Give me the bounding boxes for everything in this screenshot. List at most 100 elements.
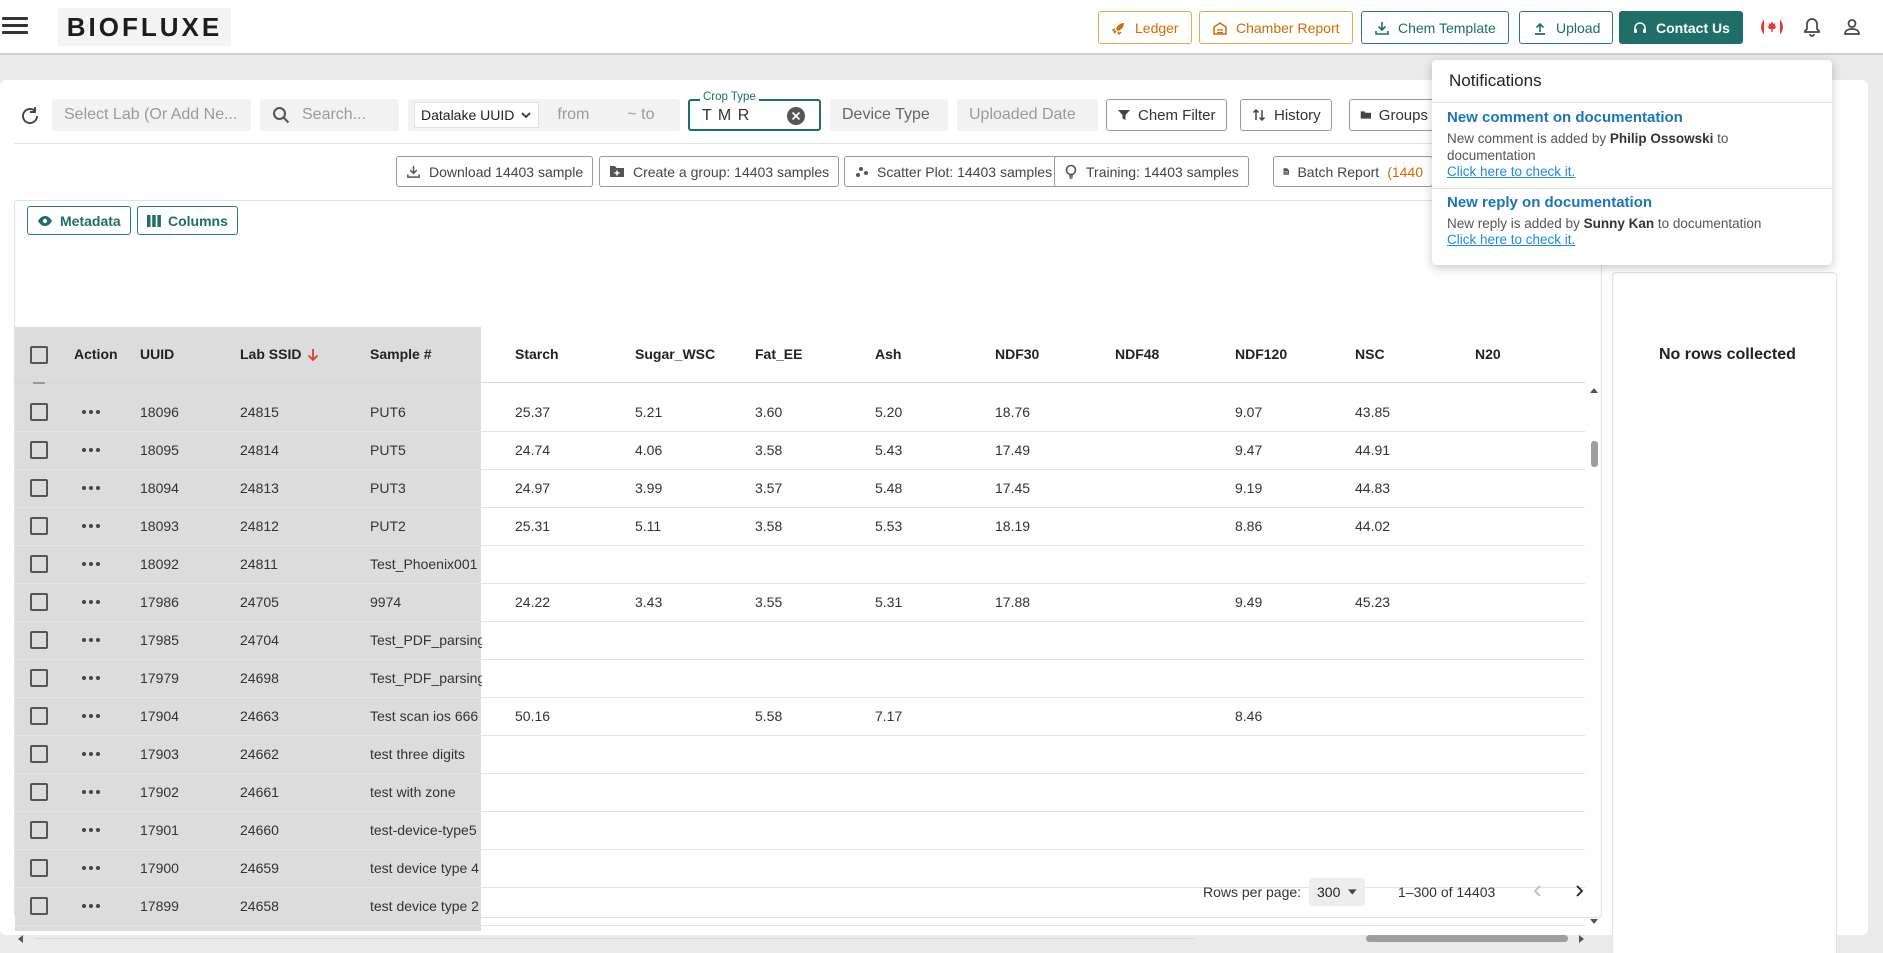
row-checkbox[interactable]	[30, 821, 48, 839]
previous-page-icon[interactable]	[1531, 884, 1545, 898]
column-header-starch[interactable]: Starch	[515, 346, 615, 362]
more-actions-icon[interactable]	[82, 862, 104, 874]
more-actions-icon[interactable]	[82, 824, 104, 836]
contact-us-button[interactable]: Contact Us	[1619, 11, 1743, 44]
more-actions-icon[interactable]	[82, 406, 104, 418]
column-header-ndf48[interactable]: NDF48	[1115, 346, 1215, 362]
lab-select[interactable]: Select Lab (Or Add Ne...	[52, 99, 251, 131]
column-header-sugar-wsc[interactable]: Sugar_WSC	[635, 346, 735, 362]
refresh-icon[interactable]	[19, 105, 41, 127]
metadata-button[interactable]: Metadata	[27, 206, 131, 235]
cell-fat: 3.55	[755, 594, 783, 610]
cell-ash: 7.17	[875, 708, 903, 724]
notification-link[interactable]: Click here to check it.	[1447, 164, 1817, 180]
datalake-uuid-label: Datalake UUID	[421, 107, 515, 123]
crop-type-field[interactable]: Crop Type T M R	[688, 91, 821, 131]
row-checkbox[interactable]	[30, 555, 48, 573]
notification-title[interactable]: New comment on documentation	[1447, 109, 1817, 126]
download-samples-button[interactable]: Download 14403 sample	[396, 156, 594, 187]
training-label: Training: 14403 samples	[1086, 163, 1239, 180]
clear-icon[interactable]	[786, 106, 806, 126]
menu-icon[interactable]	[2, 14, 28, 36]
from-input[interactable]: from	[557, 106, 617, 124]
more-actions-icon[interactable]	[82, 786, 104, 798]
row-checkbox[interactable]	[30, 403, 48, 421]
next-page-icon[interactable]	[1572, 884, 1586, 898]
more-actions-icon[interactable]	[82, 558, 104, 570]
training-button[interactable]: Training: 14403 samples	[1054, 156, 1249, 187]
column-header-uuid[interactable]: UUID	[140, 346, 230, 362]
column-header-fat-ee[interactable]: Fat_EE	[755, 346, 855, 362]
row-checkbox[interactable]	[30, 593, 48, 611]
row-checkbox[interactable]	[30, 517, 48, 535]
column-header-action[interactable]: Action	[74, 346, 134, 362]
notification-title[interactable]: New reply on documentation	[1447, 194, 1817, 211]
more-actions-icon[interactable]	[82, 596, 104, 608]
more-actions-icon[interactable]	[82, 710, 104, 722]
row-checkbox[interactable]	[30, 707, 48, 725]
sort-descending-icon[interactable]	[307, 348, 319, 362]
row-checkbox[interactable]	[30, 783, 48, 801]
horizontal-scrollbar[interactable]	[14, 931, 1588, 947]
column-header-sample-[interactable]: Sample #	[370, 346, 480, 362]
chamber-report-button[interactable]: Chamber Report	[1199, 11, 1353, 44]
select-all-checkbox[interactable]	[30, 346, 48, 364]
cell-uuid: 17903	[140, 746, 179, 762]
chem-filter-button[interactable]: Chem Filter	[1106, 99, 1227, 131]
create-group-button[interactable]: Create a group: 14403 samples	[599, 156, 840, 187]
top-app-bar: BIOFLUXE Ledger Chamber Report Chem Temp…	[0, 0, 1883, 55]
batch-report-label: Batch Report	[1297, 163, 1380, 180]
row-checkbox[interactable]	[30, 441, 48, 459]
row-divider	[15, 621, 1585, 622]
row-checkbox[interactable]	[30, 859, 48, 877]
more-actions-icon[interactable]	[82, 520, 104, 532]
cell-sugar: 4.06	[635, 442, 663, 458]
history-button[interactable]: History	[1240, 99, 1332, 131]
device-type-placeholder: Device Type	[842, 106, 930, 123]
cell-uuid: 17904	[140, 708, 179, 724]
scatter-icon	[856, 167, 868, 177]
cell-uuid: 17986	[140, 594, 179, 610]
more-actions-icon[interactable]	[82, 900, 104, 912]
to-input[interactable]: ~ to	[627, 106, 654, 124]
canada-flag-icon[interactable]	[1760, 15, 1784, 39]
notification-item[interactable]: New reply on documentation New reply is …	[1447, 194, 1817, 248]
upload-button[interactable]: Upload	[1519, 11, 1614, 44]
rows-per-page-select[interactable]: 300	[1309, 878, 1365, 906]
vertical-scrollbar[interactable]	[1588, 383, 1600, 929]
cell-nsc: 44.02	[1355, 518, 1391, 534]
columns-button[interactable]: Columns	[137, 206, 238, 235]
batch-report-button[interactable]: Batch Report (1440	[1273, 156, 1433, 187]
row-checkbox[interactable]	[30, 479, 48, 497]
more-actions-icon[interactable]	[82, 672, 104, 684]
user-icon[interactable]	[1840, 15, 1864, 39]
uploaded-date-picker[interactable]: Uploaded Date	[957, 99, 1098, 131]
row-checkbox[interactable]	[30, 897, 48, 915]
more-actions-icon[interactable]	[82, 634, 104, 646]
row-checkbox[interactable]	[30, 669, 48, 687]
column-header-n20[interactable]: N20	[1475, 346, 1575, 362]
chem-template-button[interactable]: Chem Template	[1361, 11, 1509, 44]
row-checkbox[interactable]	[30, 631, 48, 649]
cell-nsc: 43.85	[1355, 404, 1391, 420]
cell-ssid: 24814	[240, 442, 279, 458]
more-actions-icon[interactable]	[82, 748, 104, 760]
datalake-uuid-select[interactable]: Datalake UUID	[414, 102, 540, 128]
column-header-ash[interactable]: Ash	[875, 346, 975, 362]
more-actions-icon[interactable]	[82, 482, 104, 494]
notification-item[interactable]: New comment on documentation New comment…	[1447, 109, 1817, 180]
row-checkbox[interactable]	[30, 745, 48, 763]
cell-ndf120: 9.49	[1235, 594, 1263, 610]
column-header-ndf30[interactable]: NDF30	[995, 346, 1095, 362]
column-header-nsc[interactable]: NSC	[1355, 346, 1455, 362]
column-header-lab-ssid[interactable]: Lab SSID	[240, 346, 360, 362]
notification-link[interactable]: Click here to check it.	[1447, 232, 1817, 248]
column-header-ndf120[interactable]: NDF120	[1235, 346, 1335, 362]
scatter-plot-button[interactable]: Scatter Plot: 14403 samples	[844, 156, 1063, 187]
groups-button[interactable]: Groups	[1349, 99, 1439, 131]
ledger-button[interactable]: Ledger	[1098, 11, 1192, 44]
more-actions-icon[interactable]	[82, 444, 104, 456]
search-input[interactable]: Search...	[260, 99, 399, 131]
device-type-select[interactable]: Device Type	[830, 99, 948, 131]
bell-icon[interactable]	[1800, 15, 1824, 39]
